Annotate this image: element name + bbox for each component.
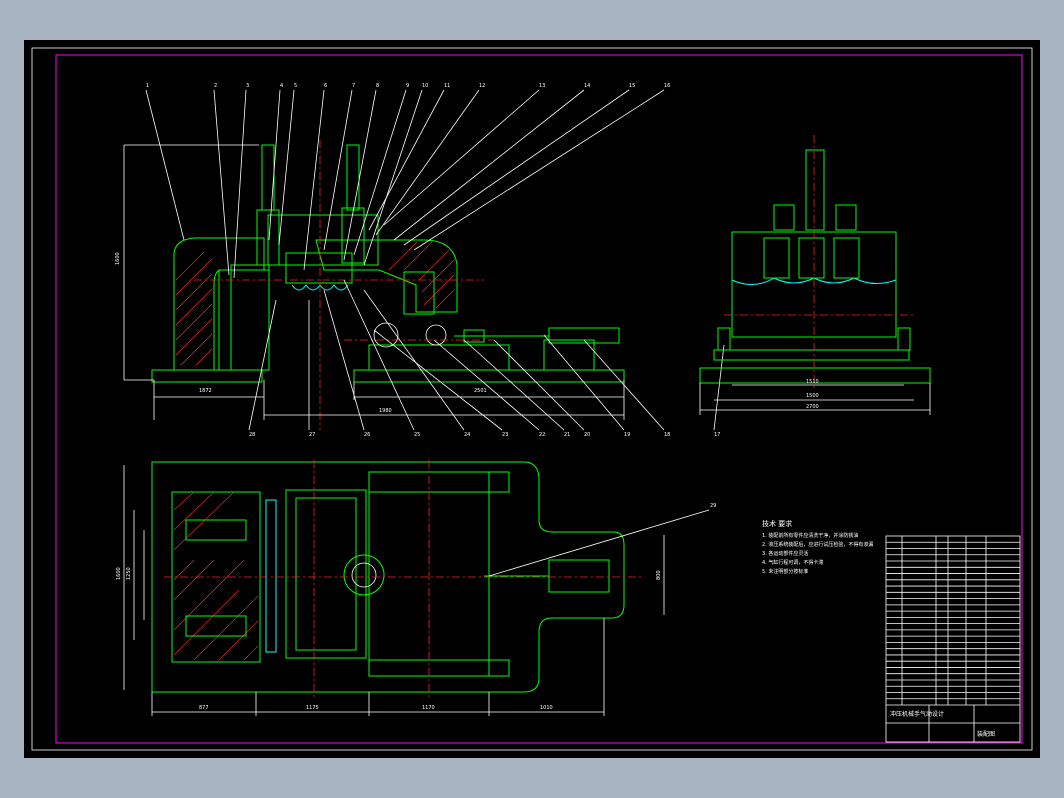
part-number-label: 10 — [422, 83, 428, 89]
dim-plan-a: 877 — [199, 705, 209, 711]
part-number-label: 12 — [479, 83, 485, 89]
dim-plan-c: 1170 — [422, 705, 435, 711]
part-number-label: 19 — [624, 432, 630, 438]
part-number-label: 6 — [324, 83, 327, 89]
part-number-label: 14 — [584, 83, 590, 89]
part-number-label: 17 — [714, 432, 720, 438]
note-line: 4. 气缸行程可调，不得卡滞 — [762, 559, 823, 566]
notes-title: 技术 要求 — [762, 519, 792, 528]
dim-plan-h3: 800 — [656, 570, 662, 580]
part-number-label: 11 — [444, 83, 450, 89]
part-number-label: 25 — [414, 432, 420, 438]
part-number-label: 5 — [294, 83, 297, 89]
dim-left-width: 1872 — [199, 388, 212, 394]
part-number-label: 8 — [376, 83, 379, 89]
part-number-label: 4 — [280, 83, 283, 89]
part-number-label: 7 — [352, 83, 355, 89]
dim-side-total: 2700 — [806, 404, 819, 410]
part-number-label: 16 — [664, 83, 670, 89]
part-numbers-top: 1 2 3 4 5 6 7 8 9 10 11 12 13 14 15 16 — [146, 83, 670, 89]
part-number-label: 1 — [146, 83, 149, 89]
technical-notes: 1. 装配前所有零件应清洗干净，并涂防锈油 2. 液压系统装配后，应进行试压检验，… — [762, 532, 873, 575]
side-view — [699, 135, 931, 415]
dim-height: 1600 — [115, 252, 121, 265]
outer-border — [31, 47, 1033, 751]
part-number-label: 24 — [464, 432, 470, 438]
part-number-label: 9 — [406, 83, 409, 89]
part-number-label: 13 — [539, 83, 545, 89]
note-line: 1. 装配前所有零件应清洗干净，并涂防锈油 — [762, 532, 858, 539]
part-number-label: 15 — [629, 83, 635, 89]
drawing-sheet: 1 2 3 4 5 6 7 8 9 10 11 12 13 14 15 16 28 27 26 25 24 23 22 21… — [24, 40, 1040, 758]
plan-callout: 29 — [710, 503, 716, 509]
part-number-label: 21 — [564, 432, 570, 438]
title-block-subtitle: 装配图 — [977, 730, 995, 738]
part-number-label: 22 — [539, 432, 545, 438]
part-number-label: 2 — [214, 83, 217, 89]
dim-plan-d: 1010 — [540, 705, 553, 711]
part-numbers-bottom: 28 27 26 25 24 23 22 21 20 19 18 17 — [249, 432, 720, 438]
dim-side-outer: 1500 — [806, 393, 819, 399]
part-number-label: 23 — [502, 432, 508, 438]
cad-drawing: 1 2 3 4 5 6 7 8 9 10 11 12 13 14 15 16 28 27 26 25 24 23 22 21… — [31, 47, 1033, 751]
dim-cyl-len: 2501 — [474, 388, 487, 394]
dim-side-inner: 1510 — [806, 379, 819, 385]
part-number-label: 27 — [309, 432, 315, 438]
title-block-title: 冲压机械手气动设计 — [890, 710, 944, 718]
dim-front-total: 1980 — [379, 408, 392, 414]
leader-lines — [145, 89, 725, 431]
part-number-label: 3 — [246, 83, 249, 89]
part-number-label: 28 — [249, 432, 255, 438]
part-number-label: 20 — [584, 432, 590, 438]
part-number-label: 26 — [364, 432, 370, 438]
note-line: 3. 各运动部件应灵活 — [762, 550, 808, 557]
note-line: 5. 未注明部分按标准 — [762, 568, 808, 575]
dim-plan-b: 1175 — [306, 705, 319, 711]
part-number-label: 18 — [664, 432, 670, 438]
dim-plan-h2: 1250 — [126, 567, 132, 580]
plan-view — [123, 460, 710, 716]
note-line: 2. 液压系统装配后，应进行试压检验，不得有渗漏 — [762, 541, 873, 548]
front-view — [123, 140, 625, 430]
dim-plan-h1: 1600 — [116, 567, 122, 580]
